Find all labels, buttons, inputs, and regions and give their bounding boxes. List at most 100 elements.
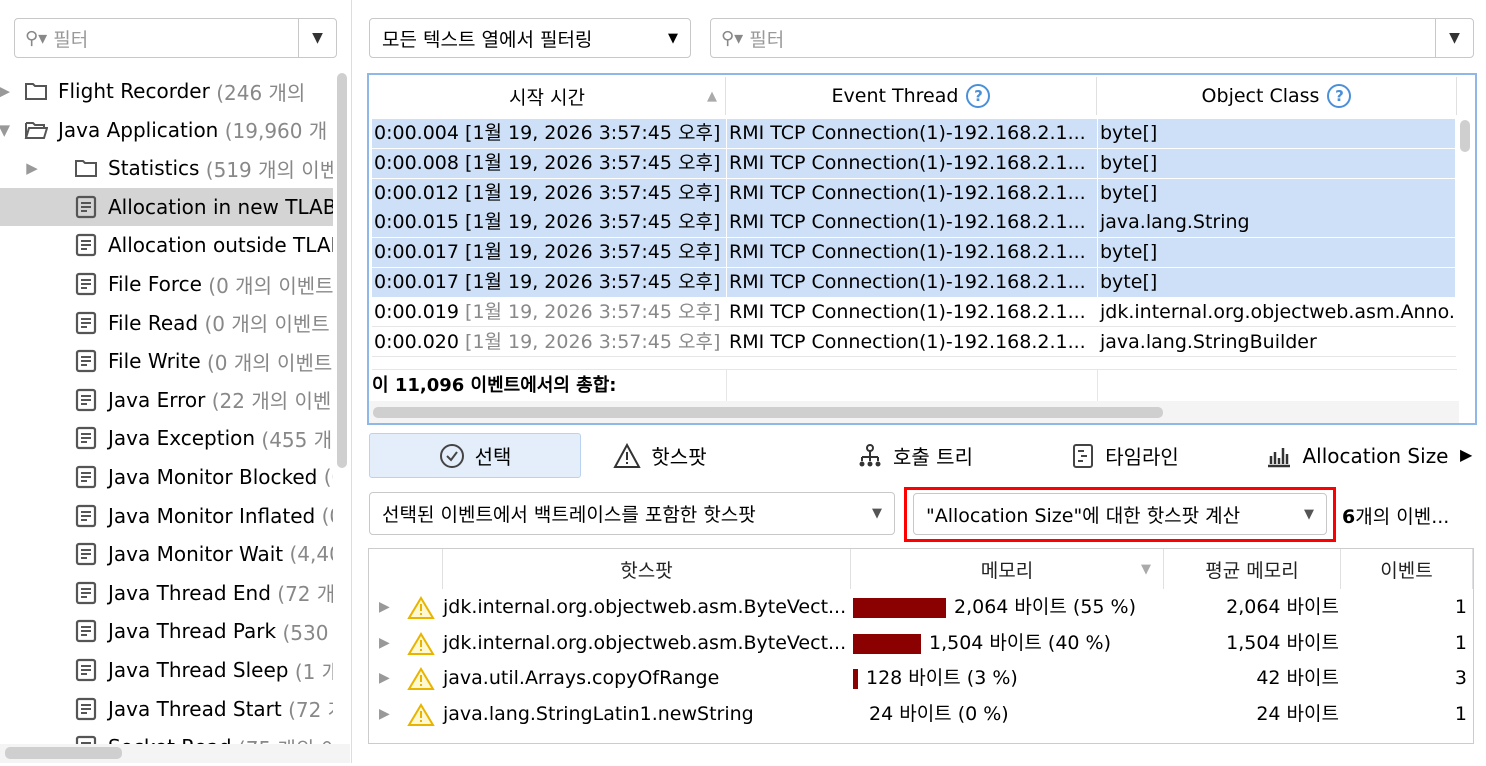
event-type-icon (74, 272, 98, 296)
tab-1[interactable]: 선택 (369, 433, 581, 478)
column-header-hotspot[interactable]: 핫스팟 (443, 549, 851, 589)
tree-item[interactable]: Java Thread Start (72 개 (0, 690, 333, 728)
table-row[interactable]: 0:00.004 [1월 19, 2026 3:57:45 오후] RMI TCP… (372, 119, 1456, 148)
event-type-icon (74, 349, 98, 373)
tab-scroll-right-icon[interactable]: ▶ (1460, 445, 1472, 464)
events-table: 시작 시간 ▲ Event Thread? Object Class? 0:00.… (367, 73, 1477, 425)
event-type-panel: ⚲▾ 필터 ▼ ▶ Flight Recorder (246 개의 ▼ Java Ap… (0, 0, 352, 763)
tree-item[interactable]: File Write (0 개의 이벤트 (0, 342, 333, 380)
table-row[interactable]: 0:00.019 [1월 19, 2026 3:57:45 오후] RMI TCP… (372, 297, 1456, 327)
call-tree-icon (857, 443, 883, 469)
event-type-icon (74, 504, 98, 528)
table-row[interactable]: 0:00.017 [1월 19, 2026 3:57:45 오후] RMI TCP… (372, 268, 1456, 297)
folder-icon (24, 79, 48, 103)
column-header-events[interactable]: 이벤트 (1341, 549, 1473, 589)
table-row[interactable]: 0:00.015 [1월 19, 2026 3:57:45 오후] RMI TCP… (372, 208, 1456, 238)
column-header-start-time[interactable]: 시작 시간 ▲ (369, 77, 726, 115)
expanded-arrow-icon[interactable]: ▼ (0, 121, 10, 139)
chevron-down-icon[interactable]: ▼ (1435, 19, 1473, 57)
chevron-down-icon: ▼ (872, 506, 882, 521)
event-type-icon (74, 542, 98, 566)
expand-arrow-icon[interactable]: ▶ (379, 697, 390, 732)
event-type-icon (74, 233, 98, 257)
expand-arrow-icon[interactable]: ▶ (379, 626, 390, 661)
tab-2[interactable]: 핫스팟 (580, 433, 740, 478)
warning-icon (407, 631, 435, 656)
event-type-icon (74, 311, 98, 335)
tree-item[interactable]: Java Thread End (72 개 (0, 574, 333, 612)
tree-item[interactable]: File Read (0 개의 이벤트 (0, 304, 333, 342)
memory-bar (853, 633, 921, 654)
table-row[interactable]: ▶ jdk.internal.org.objectweb.asm.ByteVect… (369, 626, 1473, 661)
tree-item[interactable]: Java Monitor Inflated (0 (0, 497, 333, 535)
event-type-icon (74, 388, 98, 412)
folder-icon (74, 156, 98, 180)
folder-icon (24, 118, 49, 142)
vertical-scrollbar[interactable] (1460, 120, 1470, 152)
hotspot-table: 핫스팟 메모리 ▼ 평균 메모리 이벤트 ▶ jdk.internal.org.ob… (368, 548, 1474, 744)
column-header-event-thread[interactable]: Event Thread? (726, 77, 1097, 115)
warning-icon (613, 442, 642, 469)
tree-item[interactable]: Java Thread Sleep (1 개 (0, 651, 333, 689)
table-row[interactable]: 0:00.012 [1월 19, 2026 3:57:45 오후] RMI TCP… (372, 178, 1456, 208)
memory-bar (853, 598, 946, 618)
table-row[interactable]: 0:00.008 [1월 19, 2026 3:57:45 오후] RMI TCP… (372, 148, 1456, 178)
tree-item[interactable]: File Force (0 개의 이벤트 (0, 265, 333, 303)
tree-item[interactable]: Allocation outside TLAB (0, 226, 333, 264)
help-icon[interactable]: ? (966, 84, 991, 108)
warning-icon (407, 667, 435, 691)
tree-item[interactable]: Allocation in new TLAB (0, 187, 333, 226)
event-filter-input[interactable]: ⚲▾ 필터 ▼ (710, 18, 1474, 58)
table-row[interactable]: 0:00.017 [1월 19, 2026 3:57:45 오후] RMI TCP… (372, 238, 1456, 268)
search-icon: ⚲▾ (25, 27, 48, 49)
horizontal-scrollbar[interactable] (5, 747, 122, 759)
column-header-memory[interactable]: 메모리 ▼ (851, 549, 1164, 589)
tree-item[interactable]: ▼ Java Application (19,960 개 (0, 111, 333, 149)
warning-icon (407, 702, 435, 727)
tree-item[interactable]: Java Monitor Wait (4,40 (0, 535, 333, 573)
chevron-down-icon[interactable]: ▼ (298, 19, 336, 57)
tree-item[interactable]: Java Thread Park (530 개 (0, 612, 333, 650)
column-filter-dropdown[interactable]: 모든 텍스트 열에서 필터링 ▼ (369, 18, 691, 58)
column-header-avg-memory[interactable]: 평균 메모리 (1164, 549, 1341, 589)
collapsed-arrow-icon[interactable]: ▶ (22, 159, 42, 177)
expand-arrow-icon[interactable]: ▶ (379, 661, 390, 696)
hotspot-mode-dropdown[interactable]: 선택된 이벤트에서 백트레이스를 포함한 핫스팟 ▼ (369, 492, 895, 535)
chevron-down-icon: ▼ (1304, 506, 1314, 522)
memory-bar (853, 669, 858, 689)
search-icon: ⚲▾ (721, 27, 744, 49)
collapsed-arrow-icon[interactable]: ▶ (0, 82, 10, 100)
vertical-scrollbar[interactable] (337, 73, 347, 468)
table-row[interactable]: 0:00.020 [1월 19, 2026 3:57:45 오후] RMI TCP… (372, 327, 1456, 357)
event-type-icon (74, 581, 98, 605)
event-type-icon (74, 619, 98, 643)
bar-chart-icon (1266, 444, 1292, 468)
event-type-icon (74, 697, 98, 721)
table-row[interactable]: ▶ java.util.Arrays.copyOfRange 128 바이트 (3 … (369, 661, 1473, 696)
column-header-object-class[interactable]: Object Class? (1097, 77, 1457, 115)
total-row: 이 11,096 이벤트에서의 총합: (372, 369, 1457, 401)
table-row[interactable]: ▶ java.lang.StringLatin1.newString 24 바이트 … (369, 697, 1473, 732)
hotspot-calc-dropdown[interactable]: "Allocation Size"에 대한 핫스팟 계산 ▼ (913, 493, 1327, 535)
tree-item[interactable]: Java Exception (455 개의 (0, 419, 333, 457)
sort-ascending-icon: ▲ (707, 88, 717, 104)
tree-item[interactable]: ▶ Statistics (519 개의 이벤 (0, 149, 333, 187)
tab-5[interactable]: Allocation Size (1245, 433, 1470, 478)
event-count: 6개의 이벤... (1342, 506, 1450, 528)
horizontal-scrollbar[interactable] (373, 407, 1163, 418)
help-icon[interactable]: ? (1327, 84, 1352, 108)
event-type-icon (74, 195, 98, 219)
tree-item[interactable]: Java Error (22 개의 이벤 (0, 381, 333, 419)
expand-arrow-icon[interactable]: ▶ (379, 590, 390, 625)
timeline-icon (1071, 443, 1095, 469)
event-type-icon (74, 426, 98, 450)
event-type-icon (74, 658, 98, 682)
tab-4[interactable]: 타임라인 (1000, 433, 1250, 478)
tree-item[interactable]: Java Monitor Blocked (0 (0, 458, 333, 496)
table-row[interactable]: ▶ jdk.internal.org.objectweb.asm.ByteVect… (369, 590, 1473, 625)
event-type-icon (74, 465, 98, 489)
tree-filter-input[interactable]: ⚲▾ 필터 ▼ (14, 18, 337, 58)
tree-item[interactable]: ▶ Flight Recorder (246 개의 (0, 72, 333, 110)
warning-icon (407, 596, 435, 620)
check-circle-icon (439, 443, 465, 469)
